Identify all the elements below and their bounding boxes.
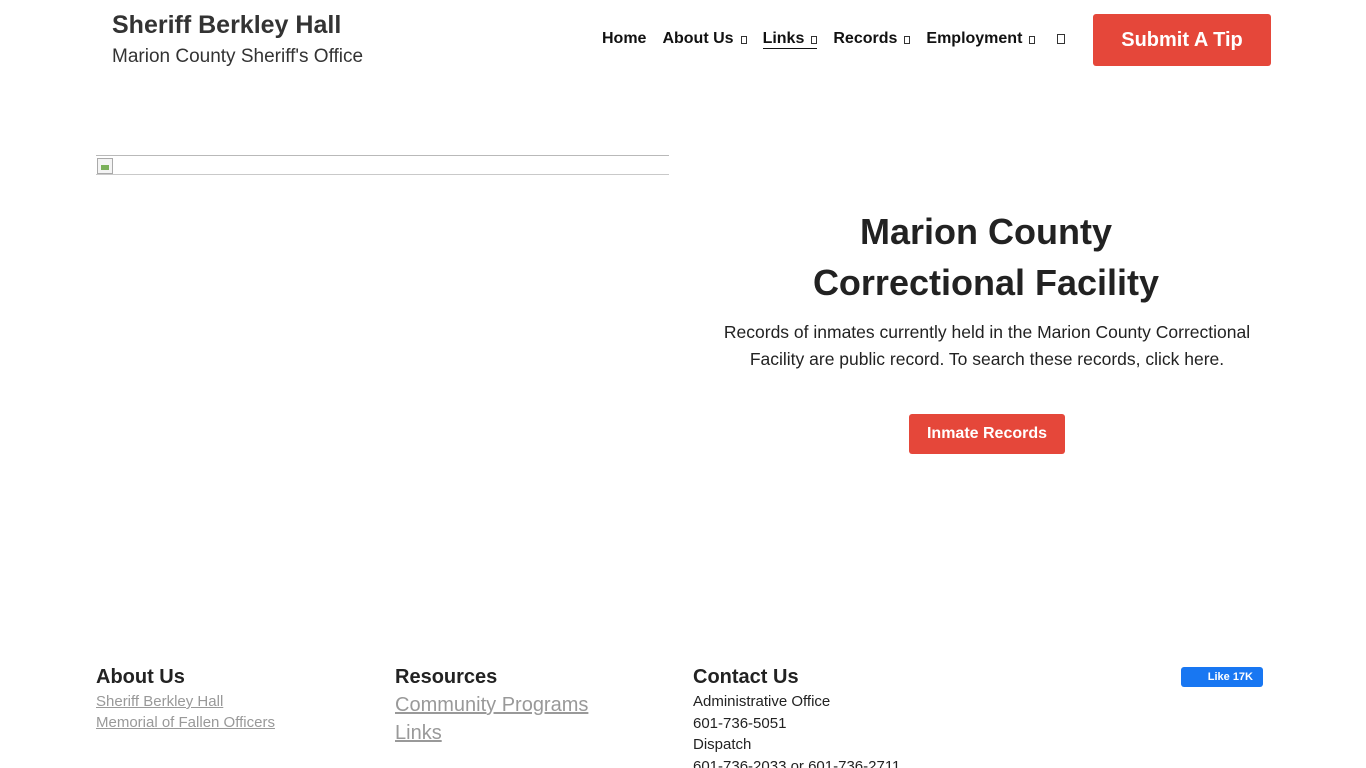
facility-heading-line2: Correctional Facility bbox=[812, 262, 1160, 303]
contact-dispatch-phone: 601-736-2033 or 601-736-2711 bbox=[693, 757, 901, 768]
footer-link-memorial[interactable]: Memorial of Fallen Officers bbox=[96, 712, 275, 733]
nav-about-us[interactable]: About Us bbox=[662, 30, 747, 48]
contact-admin-label: Administrative Office bbox=[693, 693, 831, 710]
broken-image-icon bbox=[97, 158, 113, 174]
contact-dispatch-label: Dispatch bbox=[693, 736, 752, 753]
facility-image bbox=[96, 155, 669, 175]
nav-links-label: Links bbox=[762, 29, 805, 47]
facebook-like-button[interactable]: Like 17K bbox=[1181, 667, 1263, 687]
nav-records[interactable]: Records bbox=[833, 30, 911, 48]
main-nav: Home About Us Links Records Employment bbox=[602, 29, 1066, 49]
footer-contact-heading: Contact Us bbox=[693, 666, 799, 688]
nav-records-label: Records bbox=[833, 30, 898, 47]
footer-link-community-programs[interactable]: Community Programs bbox=[395, 691, 588, 719]
inmate-records-button[interactable]: Inmate Records bbox=[909, 414, 1065, 454]
facility-description: Records of inmates currently held in the… bbox=[723, 322, 1251, 369]
nav-home[interactable]: Home bbox=[602, 30, 646, 48]
footer-link-links[interactable]: Links bbox=[395, 719, 588, 747]
nav-home-label: Home bbox=[602, 30, 647, 47]
nav-employment-label: Employment bbox=[926, 30, 1023, 47]
footer-contact: Contact Us Administrative Office 601-736… bbox=[693, 665, 900, 768]
contact-admin-phone: 601-736-5051 bbox=[693, 714, 787, 732]
chevron-down-icon[interactable] bbox=[811, 35, 818, 44]
chevron-down-icon[interactable] bbox=[904, 36, 911, 44]
nav-links[interactable]: Links bbox=[762, 29, 818, 49]
footer-resources: Resources Community Programs Links bbox=[395, 665, 588, 747]
footer-resources-heading: Resources bbox=[395, 666, 498, 688]
search-icon[interactable] bbox=[1057, 34, 1066, 44]
nav-employment[interactable]: Employment bbox=[926, 30, 1036, 48]
facility-heading-line1: Marion County bbox=[860, 211, 1112, 252]
footer-about: About Us Sheriff Berkley Hall Memorial o… bbox=[96, 665, 275, 733]
chevron-down-icon[interactable] bbox=[1029, 36, 1036, 44]
site-subtitle: Marion County Sheriff's Office bbox=[112, 46, 364, 67]
site-title[interactable]: Sheriff Berkley Hall bbox=[112, 11, 341, 40]
footer-about-heading: About Us bbox=[96, 666, 185, 688]
chevron-down-icon[interactable] bbox=[740, 36, 747, 44]
submit-tip-button[interactable]: Submit A Tip bbox=[1093, 14, 1271, 66]
nav-about-us-label: About Us bbox=[662, 30, 734, 47]
facility-heading: Marion County Correctional Facility bbox=[700, 206, 1272, 308]
footer-link-sheriff[interactable]: Sheriff Berkley Hall bbox=[96, 691, 275, 712]
